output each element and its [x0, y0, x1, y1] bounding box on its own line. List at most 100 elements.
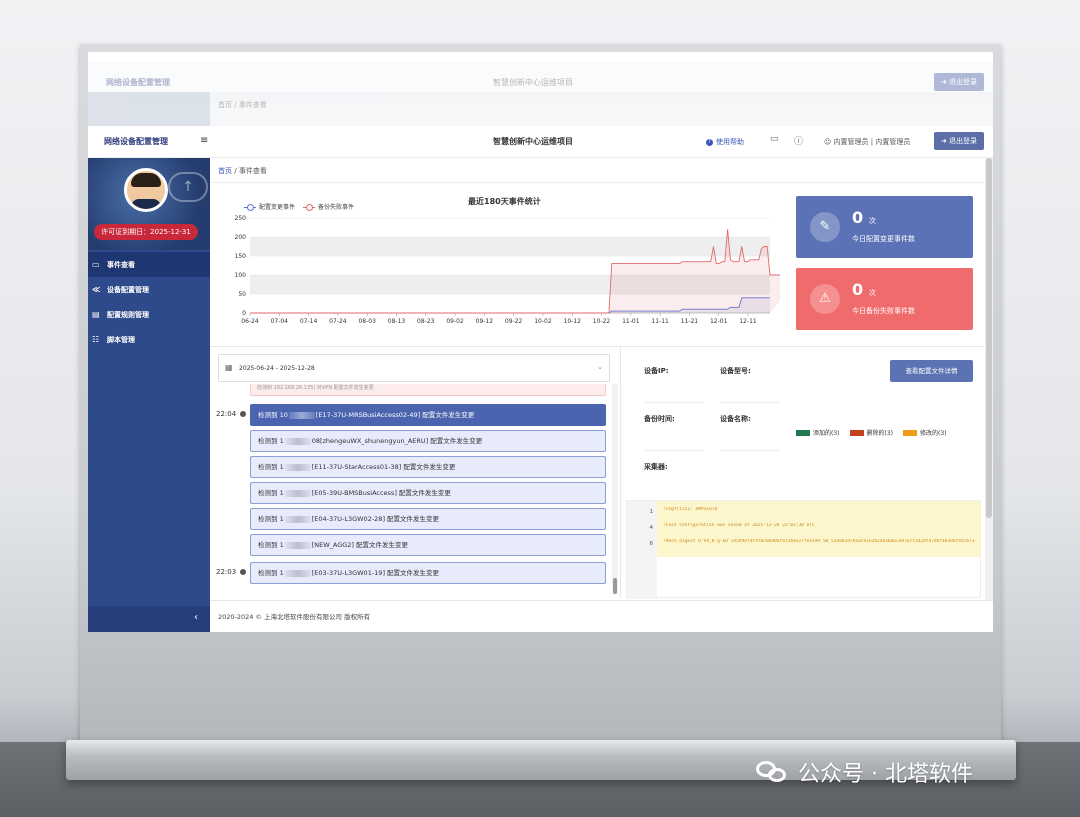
footer: 2020-2024 © 上海北塔软件股份有限公司 版权所有 — [210, 600, 993, 632]
y-tick-label: 100 — [235, 272, 247, 279]
x-tick-label: 09-12 — [476, 318, 494, 325]
y-tick-label: 50 — [238, 291, 246, 298]
sidebar-item-device-config[interactable]: ≪ 设备配置管理 — [88, 277, 210, 302]
ghost-center-title: 智慧创新中心运维项目 — [493, 77, 573, 87]
app-window: 网络设备配置管理 ≡ 智慧创新中心运维项目 ? 使用帮助 ▭ ⓘ ☺ 内置管理员 … — [88, 126, 993, 632]
time-label: 22:03 — [216, 568, 247, 576]
diff-legend: 添加的(3) 删除的(3) 修改的(3) — [796, 428, 947, 437]
device-model-label: 设备型号: — [720, 367, 751, 375]
backup-failure-count: 0 — [852, 280, 864, 299]
chevron-left-icon: ‹ — [194, 612, 198, 623]
menu-toggle-icon[interactable]: ≡ — [200, 135, 208, 146]
info-icon[interactable]: ⓘ — [794, 134, 803, 147]
x-tick-label: 10-12 — [564, 318, 582, 325]
chevron-down-icon: ⌄ — [597, 363, 603, 371]
x-tick-label: 08-13 — [388, 318, 406, 325]
event-item[interactable]: 检测到 1 [E03-37U-L3GW01-19] 配置文件发生变更 — [250, 562, 606, 584]
sidebar: ↑ 许可证到期日：2025-12-31 ▭ 事件查看 ≪ 设备配置管理 ▤ 配置规则管… — [88, 158, 210, 632]
event-item[interactable]: 检测到 10 [E17-37U-MRSBusiAccess02-49] 配置文件发… — [250, 404, 606, 426]
collector-label: 采集器: — [644, 463, 668, 471]
event-list-scrollbar[interactable] — [612, 384, 618, 594]
backup-failure-label: 今日备份失败事件数 — [852, 307, 915, 315]
time-label: 22:04 — [216, 410, 247, 418]
profile-panel: ↑ 许可证到期日：2025-12-31 — [88, 158, 210, 250]
wechat-watermark: 公众号 · 北塔软件 — [756, 756, 973, 788]
user-menu[interactable]: ☺ 内置管理员 | 内置管理员 — [824, 137, 910, 147]
help-link[interactable]: ? 使用帮助 — [706, 137, 744, 147]
logout-button[interactable]: ➜ 退出登录 — [934, 132, 984, 150]
help-icon: ? — [706, 138, 713, 146]
message-icon[interactable]: ▭ — [770, 134, 779, 144]
x-tick-label: 12-01 — [710, 318, 728, 325]
project-title: 智慧创新中心运维项目 — [493, 137, 573, 146]
event-item[interactable]: 检测到 1 08[zhengeuWX_shunengyun_AERU] 配置文件发… — [250, 430, 606, 452]
ghost-brand: 网络设备配置管理 — [106, 77, 170, 87]
added-tag: 添加的(3) — [796, 428, 840, 437]
x-tick-label: 08-23 — [417, 318, 435, 325]
x-tick-label: 09-22 — [505, 318, 523, 325]
view-config-detail-button[interactable]: 查看配置文件详情 — [890, 360, 973, 382]
x-tick-label: 10-02 — [534, 318, 552, 325]
event-item-partial[interactable]: 检测到 192.168.26.135) 对VPN 配置文件发生变更 — [250, 384, 606, 396]
config-change-card: ✎ 0 次 今日配置变更事件数 — [796, 196, 973, 258]
event-item[interactable]: 检测到 1 [E05-39U-BMSBusiAccess] 配置文件发生变更 — [250, 482, 606, 504]
config-change-label: 今日配置变更事件数 — [852, 235, 915, 243]
license-expiry-badge: 许可证到期日：2025-12-31 — [94, 224, 198, 240]
line-numbers: 1 4 6 — [627, 501, 657, 599]
device-name-label: 设备名称: — [720, 415, 751, 423]
deleted-tag: 删除的(3) — [849, 428, 893, 437]
chart-svg: 0 50 100 150 200 250 06-24 07-04 07-14 07-24 08-03… — [235, 215, 780, 325]
config-diff-viewer[interactable]: 1 4 6 !Chgflt2z1: aM9xEQ7B !Last configu… — [626, 500, 981, 599]
x-tick-label: 08-03 — [358, 318, 376, 325]
rules-icon: ▤ — [92, 310, 100, 319]
sidebar-item-events[interactable]: ▭ 事件查看 — [88, 252, 210, 277]
screen: 网络设备配置管理 智慧创新中心运维项目 ➜ 退出登录 首页 / 事件查看 网络设… — [88, 52, 993, 632]
event-chart: 配置变更事件 备份失败事件 最近180天事件统计 0 50 100 150 200 250… — [210, 186, 780, 341]
cloud-upload-icon: ↑ — [168, 172, 208, 202]
x-tick-label: 10-22 — [593, 318, 611, 325]
breadcrumb-home[interactable]: 首页 — [218, 167, 232, 175]
date-range-value: 2025-06-24 - 2025-12-28 — [239, 365, 315, 372]
modified-lines: !Chgflt2z1: aM9xEQ7B !Last configuration… — [657, 501, 981, 557]
event-timeline: 检测到 192.168.26.135) 对VPN 配置文件发生变更 22:04 … — [210, 384, 620, 594]
modified-tag: 修改的(3) — [903, 428, 947, 437]
event-item[interactable]: 检测到 1 [E04-37U-L3GW02-28] 配置文件发生变更 — [250, 508, 606, 530]
y-tick-label: 150 — [235, 253, 247, 260]
x-tick-label: 07-14 — [300, 318, 318, 325]
sidebar-collapse-button[interactable]: ‹ — [88, 606, 210, 632]
share-icon: ≪ — [92, 285, 101, 294]
sidebar-item-scripts[interactable]: ☷ 脚本管理 — [88, 327, 210, 352]
script-icon: ☷ — [92, 335, 100, 344]
breadcrumb: 首页 / 事件查看 — [218, 167, 267, 175]
event-item[interactable]: 检测到 1 [E11-37U-StarAccess01-38] 配置文件发生变更 — [250, 456, 606, 478]
x-tick-label: 11-11 — [651, 318, 669, 325]
x-tick-label: 09-02 — [446, 318, 464, 325]
breadcrumb-current: 事件查看 — [238, 167, 267, 175]
date-range-picker[interactable]: ▦ 2025-06-24 - 2025-12-28 ⌄ — [218, 354, 610, 382]
y-tick-label: 200 — [235, 234, 247, 241]
x-tick-label: 06-24 — [241, 318, 259, 325]
x-tick-label: 07-24 — [329, 318, 347, 325]
x-tick-label: 11-01 — [622, 318, 640, 325]
config-change-count: 0 — [852, 208, 864, 227]
x-tick-label: 07-04 — [271, 318, 289, 325]
user-icon: ☺ — [824, 138, 834, 146]
x-tick-label: 11-21 — [681, 318, 699, 325]
ghost-breadcrumb: 首页 / 事件查看 — [88, 92, 993, 126]
sidebar-item-config-rules[interactable]: ▤ 配置规则管理 — [88, 302, 210, 327]
x-tick-label: 12-11 — [739, 318, 757, 325]
backup-time-label: 备份时间: — [644, 415, 675, 423]
page-scrollbar[interactable] — [985, 158, 993, 600]
warning-icon: ⚠ — [810, 284, 840, 314]
calendar-edit-icon: ✎ — [810, 212, 840, 242]
wechat-icon — [756, 759, 790, 785]
grid-band — [250, 237, 770, 256]
app-brand: 网络设备配置管理 — [104, 137, 168, 146]
avatar[interactable] — [124, 168, 168, 212]
event-item[interactable]: 检测到 1 [NEW_AGG2] 配置文件发生变更 — [250, 534, 606, 556]
sidebar-nav: ▭ 事件查看 ≪ 设备配置管理 ▤ 配置规则管理 ☷ 脚本管理 — [88, 252, 210, 352]
monitor-icon: ▭ — [92, 260, 100, 269]
backup-failure-card: ⚠ 0 次 今日备份失败事件数 — [796, 268, 973, 330]
y-tick-label: 0 — [242, 310, 246, 317]
y-tick-label: 250 — [235, 215, 247, 222]
